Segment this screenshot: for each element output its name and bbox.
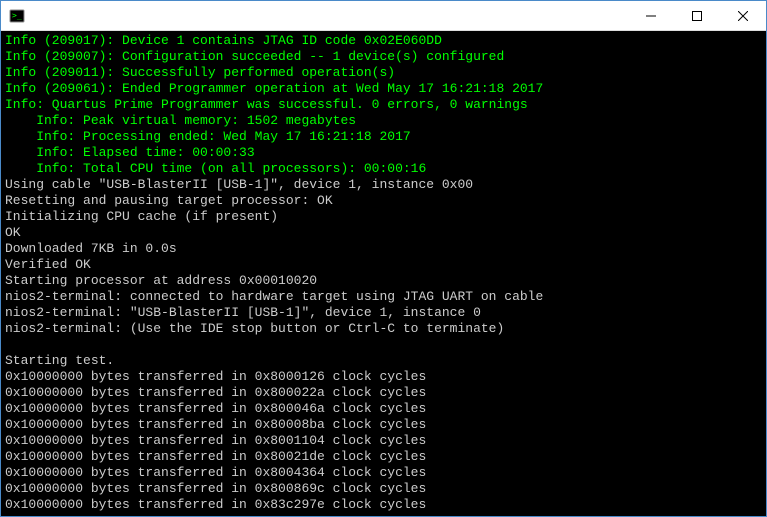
terminal-line — [5, 337, 762, 353]
terminal-line: Info (209061): Ended Programmer operatio… — [5, 81, 762, 97]
terminal-line: 0x10000000 bytes transferred in 0x800012… — [5, 369, 762, 385]
svg-text:>_: >_ — [12, 11, 22, 20]
terminal-line: 0x10000000 bytes transferred in 0x83c297… — [5, 497, 762, 513]
titlebar-left: >_ — [9, 8, 31, 24]
app-icon: >_ — [9, 8, 25, 24]
terminal-line: 0x10000000 bytes transferred in 0x800869… — [5, 481, 762, 497]
terminal-line: Downloaded 7KB in 0.0s — [5, 241, 762, 257]
terminal-line: Info (209017): Device 1 contains JTAG ID… — [5, 33, 762, 49]
terminal-output[interactable]: Info (209017): Device 1 contains JTAG ID… — [1, 31, 766, 516]
terminal-line: Info: Peak virtual memory: 1502 megabyte… — [5, 113, 762, 129]
terminal-line: Verified OK — [5, 257, 762, 273]
terminal-line: nios2-terminal: (Use the IDE stop button… — [5, 321, 762, 337]
terminal-line: Info: Processing ended: Wed May 17 16:21… — [5, 129, 762, 145]
window-controls — [628, 1, 766, 30]
terminal-line: 0x10000000 bytes transferred in 0x80008b… — [5, 417, 762, 433]
terminal-line: Resetting and pausing target processor: … — [5, 193, 762, 209]
terminal-line: 0x10000000 bytes transferred in 0x800046… — [5, 401, 762, 417]
terminal-line: Info: Quartus Prime Programmer was succe… — [5, 97, 762, 113]
terminal-line: Starting test. — [5, 353, 762, 369]
close-button[interactable] — [720, 1, 766, 31]
terminal-line: Info: Elapsed time: 00:00:33 — [5, 145, 762, 161]
terminal-line: Using cable "USB-BlasterII [USB-1]", dev… — [5, 177, 762, 193]
terminal-line: Info: Total CPU time (on all processors)… — [5, 161, 762, 177]
terminal-line: 0x10000000 bytes transferred in 0x80021d… — [5, 449, 762, 465]
terminal-line: Info (209011): Successfully performed op… — [5, 65, 762, 81]
maximize-button[interactable] — [674, 1, 720, 31]
terminal-line: nios2-terminal: connected to hardware ta… — [5, 289, 762, 305]
terminal-line: Initializing CPU cache (if present) — [5, 209, 762, 225]
terminal-line: Starting processor at address 0x00010020 — [5, 273, 762, 289]
terminal-line: 0x10000000 bytes transferred in 0x800436… — [5, 465, 762, 481]
terminal-line: 0x10000000 bytes transferred in 0x800022… — [5, 385, 762, 401]
titlebar[interactable]: >_ — [1, 1, 766, 31]
terminal-line: Info (209007): Configuration succeeded -… — [5, 49, 762, 65]
terminal-line: 0x10000000 bytes transferred in 0x800110… — [5, 433, 762, 449]
terminal-line: OK — [5, 225, 762, 241]
application-window: >_ Info (209017): Device 1 contains JTAG… — [0, 0, 767, 517]
minimize-button[interactable] — [628, 1, 674, 31]
terminal-line: nios2-terminal: "USB-BlasterII [USB-1]",… — [5, 305, 762, 321]
